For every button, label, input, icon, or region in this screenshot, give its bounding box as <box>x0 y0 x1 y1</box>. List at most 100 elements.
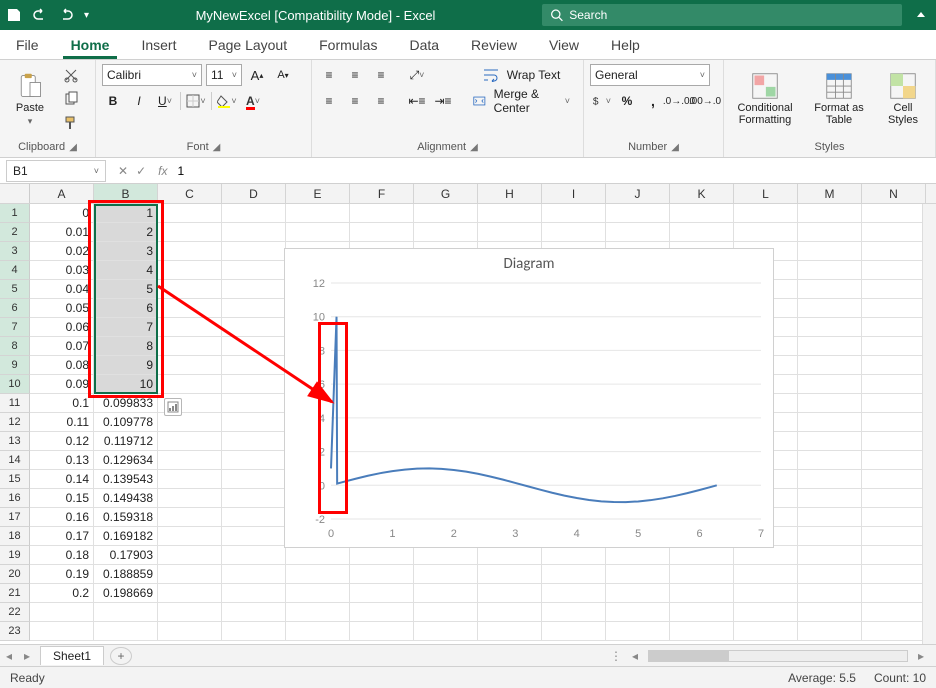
cell[interactable]: 0.129634 <box>94 451 158 470</box>
column-header[interactable]: K <box>670 184 734 203</box>
row-header[interactable]: 1 <box>0 204 30 223</box>
cell[interactable] <box>222 318 286 337</box>
cell[interactable]: 0.08 <box>30 356 94 375</box>
cell[interactable] <box>222 508 286 527</box>
cell[interactable] <box>478 204 542 223</box>
cell[interactable] <box>222 223 286 242</box>
cell[interactable] <box>222 622 286 641</box>
row-header[interactable]: 12 <box>0 413 30 432</box>
align-bottom-button[interactable]: ≡ <box>370 64 392 86</box>
cell-styles-button[interactable]: Cell Styles <box>878 64 928 134</box>
search-box[interactable] <box>542 4 902 26</box>
cell[interactable] <box>158 318 222 337</box>
cell[interactable] <box>798 318 862 337</box>
underline-button[interactable]: U ˅ <box>154 90 176 112</box>
font-name-combo[interactable]: Calibri˅ <box>102 64 202 86</box>
tab-data[interactable]: Data <box>401 31 447 59</box>
cell[interactable] <box>158 432 222 451</box>
cell[interactable] <box>286 622 350 641</box>
cell[interactable]: 0.15 <box>30 489 94 508</box>
cell[interactable] <box>862 204 926 223</box>
cell[interactable] <box>862 223 926 242</box>
cell[interactable] <box>222 337 286 356</box>
cell[interactable]: 6 <box>94 299 158 318</box>
cell[interactable]: 0.198669 <box>94 584 158 603</box>
cell[interactable] <box>286 565 350 584</box>
cell[interactable] <box>734 223 798 242</box>
cell[interactable]: 0.14 <box>30 470 94 489</box>
cell[interactable] <box>862 603 926 622</box>
cell[interactable] <box>414 565 478 584</box>
cell[interactable] <box>798 432 862 451</box>
cell[interactable] <box>606 565 670 584</box>
column-header[interactable]: J <box>606 184 670 203</box>
cell[interactable] <box>862 622 926 641</box>
cell[interactable] <box>862 318 926 337</box>
hscroll-left-icon[interactable]: ◂ <box>626 649 644 663</box>
row-header[interactable]: 23 <box>0 622 30 641</box>
chart-title[interactable]: Diagram <box>285 249 773 279</box>
tab-home[interactable]: Home <box>63 31 118 59</box>
cell[interactable] <box>414 546 478 565</box>
cell[interactable]: 0.1 <box>30 394 94 413</box>
cell[interactable] <box>798 603 862 622</box>
accounting-format-button[interactable]: $˅ <box>590 90 612 112</box>
cut-button[interactable] <box>60 64 82 86</box>
cell[interactable] <box>222 527 286 546</box>
cell[interactable] <box>478 603 542 622</box>
cell[interactable] <box>670 584 734 603</box>
cell[interactable] <box>862 280 926 299</box>
cell[interactable] <box>798 280 862 299</box>
cell[interactable] <box>542 584 606 603</box>
cell[interactable] <box>350 546 414 565</box>
cell[interactable] <box>862 451 926 470</box>
decrease-indent-button[interactable]: ⇤≡ <box>406 90 428 112</box>
row-header[interactable]: 6 <box>0 299 30 318</box>
row-header[interactable]: 16 <box>0 489 30 508</box>
row-header[interactable]: 14 <box>0 451 30 470</box>
cell[interactable]: 0.09 <box>30 375 94 394</box>
cell[interactable] <box>862 527 926 546</box>
cell[interactable] <box>542 565 606 584</box>
cell[interactable]: 0.05 <box>30 299 94 318</box>
cell[interactable]: 0.17903 <box>94 546 158 565</box>
cell[interactable] <box>542 546 606 565</box>
cell[interactable] <box>862 337 926 356</box>
cell[interactable] <box>606 223 670 242</box>
cell[interactable] <box>606 546 670 565</box>
cell[interactable]: 0.02 <box>30 242 94 261</box>
sheet-tab[interactable]: Sheet1 <box>40 646 104 665</box>
alignment-dialog-launcher-icon[interactable]: ◢ <box>470 142 478 153</box>
cell[interactable]: 9 <box>94 356 158 375</box>
tab-view[interactable]: View <box>541 31 587 59</box>
cell[interactable] <box>350 584 414 603</box>
cell[interactable] <box>350 622 414 641</box>
sheet-nav-next-icon[interactable]: ▸ <box>18 649 36 663</box>
row-header[interactable]: 2 <box>0 223 30 242</box>
column-header[interactable]: H <box>478 184 542 203</box>
search-input[interactable] <box>569 8 894 22</box>
cell[interactable] <box>670 204 734 223</box>
cell[interactable] <box>158 527 222 546</box>
cell[interactable] <box>862 489 926 508</box>
align-right-button[interactable]: ≡ <box>370 90 392 112</box>
row-header[interactable]: 22 <box>0 603 30 622</box>
save-icon[interactable] <box>6 7 22 23</box>
cell[interactable] <box>414 204 478 223</box>
redo-icon[interactable] <box>58 7 74 23</box>
cell[interactable] <box>158 584 222 603</box>
row-header[interactable]: 21 <box>0 584 30 603</box>
align-middle-button[interactable]: ≡ <box>344 64 366 86</box>
cell[interactable]: 7 <box>94 318 158 337</box>
cell[interactable] <box>158 299 222 318</box>
row-header[interactable]: 3 <box>0 242 30 261</box>
cell[interactable] <box>478 565 542 584</box>
orientation-button[interactable]: ⤢ ˅ <box>406 64 428 86</box>
ribbon-collapse-icon[interactable] <box>912 6 930 24</box>
cell[interactable]: 0.06 <box>30 318 94 337</box>
bold-button[interactable]: B <box>102 90 124 112</box>
cell[interactable] <box>222 242 286 261</box>
number-dialog-launcher-icon[interactable]: ◢ <box>671 142 679 153</box>
cell[interactable] <box>350 223 414 242</box>
align-left-button[interactable]: ≡ <box>318 90 340 112</box>
